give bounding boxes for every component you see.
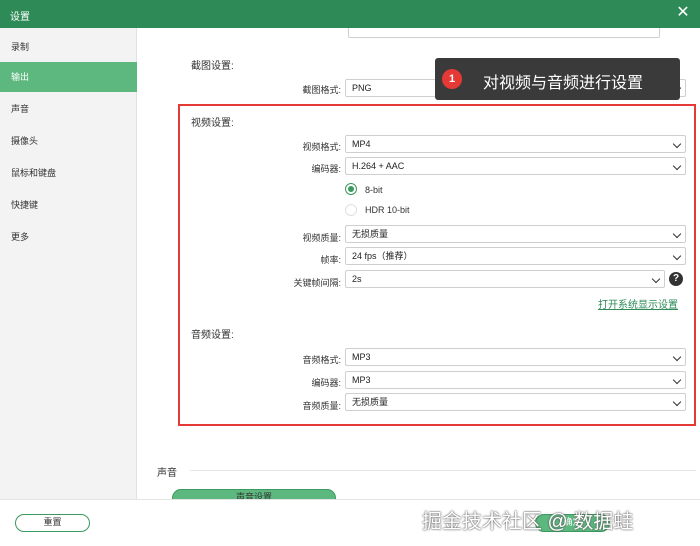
title-bar: 设置 ✕: [0, 0, 700, 28]
video-settings-title: 视频设置:: [191, 118, 234, 129]
video-encoder-label: 编码器:: [311, 164, 341, 174]
sidebar-item-sound[interactable]: 声音: [0, 94, 137, 124]
reset-button[interactable]: 重置: [15, 514, 90, 532]
bitdepth-8bit-label: 8-bit: [365, 185, 383, 195]
close-icon[interactable]: ✕: [674, 4, 692, 22]
sidebar-item-more[interactable]: 更多: [0, 222, 137, 252]
keyframe-interval-label: 关键帧间隔:: [293, 278, 341, 288]
watermark: 掘金技术社区 @ 数据蛙: [422, 511, 634, 533]
audio-encoder-label: 编码器:: [311, 378, 341, 388]
fps-value: 24 fps（推荐）: [352, 251, 413, 261]
fps-select[interactable]: 24 fps（推荐）: [345, 247, 686, 265]
open-display-settings-link[interactable]: 打开系统显示设置: [598, 296, 678, 311]
video-quality-value: 无损质量: [352, 229, 389, 239]
video-encoder-select[interactable]: H.264 + AAC: [345, 157, 686, 175]
sound-settings-button[interactable]: 声音设置: [172, 489, 336, 499]
sidebar: 录制 输出 声音 摄像头 鼠标和键盘 快捷键 更多: [0, 28, 137, 499]
keyframe-interval-value: 2s: [352, 274, 362, 284]
audio-format-value: MP3: [352, 352, 371, 362]
help-icon[interactable]: ?: [669, 272, 683, 286]
bitdepth-hdr-label: HDR 10-bit: [365, 205, 410, 215]
video-encoder-value: H.264 + AAC: [352, 161, 405, 171]
callout-tooltip: 1 对视频与音频进行设置: [435, 58, 680, 100]
chevron-down-icon: [672, 139, 682, 149]
chevron-down-icon: [672, 375, 682, 385]
audio-encoder-select[interactable]: MP3: [345, 371, 686, 389]
video-format-label: 视频格式:: [302, 142, 341, 152]
chevron-down-icon: [672, 229, 682, 239]
sidebar-item-mouse-keyboard[interactable]: 鼠标和键盘: [0, 158, 137, 188]
chevron-down-icon: [672, 352, 682, 362]
callout-text: 对视频与音频进行设置: [483, 75, 644, 92]
sound-section-title: 声音: [157, 468, 177, 479]
video-quality-label: 视频质量:: [302, 233, 341, 243]
audio-settings-title: 音频设置:: [191, 330, 234, 341]
audio-quality-label: 音频质量:: [302, 401, 341, 411]
screenshot-format-label: 截图格式:: [302, 85, 341, 95]
settings-content: 截图设置: 截图格式: PNG 视频设置: 视频格式: MP4 编码器: H.2…: [137, 28, 700, 499]
chevron-down-icon: [672, 251, 682, 261]
window-title: 设置: [10, 12, 30, 23]
sidebar-item-output[interactable]: 输出: [0, 62, 137, 92]
audio-encoder-value: MP3: [352, 375, 371, 385]
bitdepth-8bit-radio[interactable]: [345, 183, 357, 195]
fps-label: 帧率:: [320, 255, 341, 265]
sidebar-item-hotkeys[interactable]: 快捷键: [0, 190, 137, 220]
bitdepth-hdr-radio[interactable]: [345, 204, 357, 216]
hidden-top-select[interactable]: [348, 28, 660, 38]
chevron-down-icon: [672, 397, 682, 407]
screenshot-format-value: PNG: [352, 83, 372, 93]
video-quality-select[interactable]: 无损质量: [345, 225, 686, 243]
sidebar-item-camera[interactable]: 摄像头: [0, 126, 137, 156]
audio-quality-value: 无损质量: [352, 397, 389, 407]
screenshot-settings-title: 截图设置:: [191, 61, 234, 72]
video-format-select[interactable]: MP4: [345, 135, 686, 153]
settings-window: 设置 ✕ 录制 输出 声音 摄像头 鼠标和键盘 快捷键 更多 截图设置: 截图格…: [0, 0, 700, 546]
keyframe-interval-select[interactable]: 2s: [345, 270, 665, 288]
video-format-value: MP4: [352, 139, 371, 149]
sidebar-item-record[interactable]: 录制: [0, 32, 137, 62]
sound-divider: [190, 470, 696, 471]
chevron-down-icon: [651, 274, 661, 284]
audio-format-select[interactable]: MP3: [345, 348, 686, 366]
chevron-down-icon: [672, 161, 682, 171]
audio-format-label: 音频格式:: [302, 355, 341, 365]
audio-quality-select[interactable]: 无损质量: [345, 393, 686, 411]
step-badge: 1: [442, 69, 462, 89]
